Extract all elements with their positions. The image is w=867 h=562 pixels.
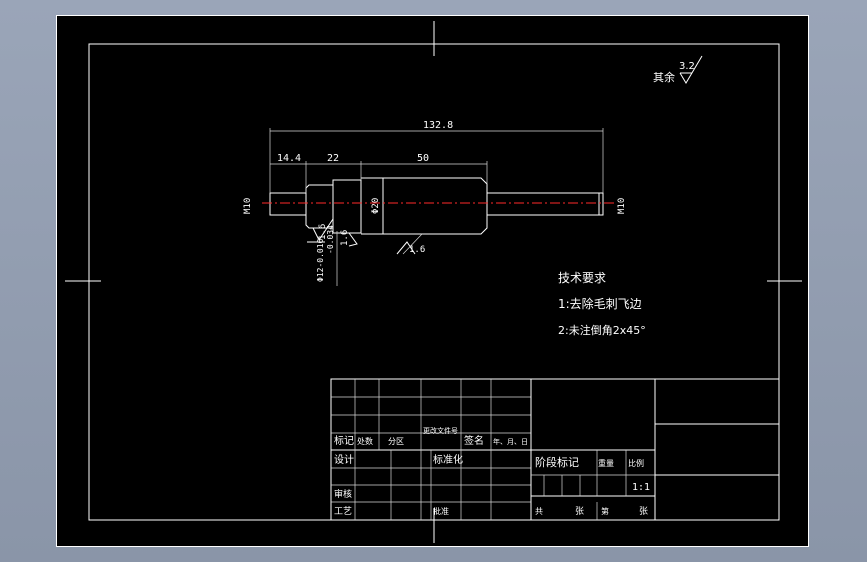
left-thread-segment (269, 192, 307, 216)
tb-label-weight: 重量 (598, 458, 614, 468)
dim-shoulder-diameter: Φ12-0.016 (316, 238, 325, 282)
step-segment (332, 179, 362, 234)
tech-req-item-2: 2:未注倒角2x45° (558, 323, 646, 337)
tb-label-mark: 标记 (334, 435, 354, 447)
roughness-a-value: 1.6 (318, 224, 328, 240)
tb-label-review: 审核 (334, 488, 352, 500)
tb-label-sheets-unit: 张 (575, 506, 584, 517)
dim-left-thread: M10 (243, 198, 253, 214)
roughness-c-value: 1.6 (409, 245, 425, 255)
right-thread-segment (486, 192, 604, 216)
roughness-note-label: 其余 (653, 70, 675, 84)
roughness-note-value: 3.2 (679, 61, 695, 72)
dim-middle-diameter: Φ20 (371, 198, 381, 214)
tb-label-standardize: 标准化 (433, 453, 463, 466)
tb-label-approve: 批准 (433, 506, 449, 516)
dim-left-segment: 14.4 (277, 153, 301, 164)
cad-drawing-canvas: 其余 3.2 132.8 14.4 22 50 M10 M10 Φ20 Φ12-… (65, 21, 802, 543)
tb-label-sheet-unit2: 张 (639, 506, 648, 517)
dim-right-thread: M10 (617, 198, 627, 214)
tb-label-sheet-no: 第 (601, 506, 609, 516)
tech-req-item-1: 1:去除毛刺飞边 (558, 296, 642, 311)
tb-label-date: 年、月、日 (493, 437, 528, 446)
dim-middle-segment: 50 (417, 153, 429, 164)
dim-second-segment: 22 (327, 153, 339, 164)
tb-label-zone: 分区 (388, 437, 404, 446)
dim-overall-length: 132.8 (423, 120, 453, 131)
drawing-frame: 其余 3.2 132.8 14.4 22 50 M10 M10 Φ20 Φ12-… (56, 15, 809, 547)
tb-label-change-doc: 更改文件号 (423, 426, 458, 435)
tb-label-sheets-total: 共 (535, 507, 543, 516)
shoulder-segment (305, 184, 334, 229)
tb-scale-value: 1:1 (632, 482, 650, 493)
tb-label-stage-mark: 阶段标记 (535, 455, 579, 469)
roughness-b-value: 1.6 (340, 230, 350, 246)
roughness-mark-b (348, 232, 358, 247)
tb-label-count: 处数 (357, 436, 373, 446)
title-block (330, 378, 780, 521)
tb-label-sign: 签名 (464, 434, 484, 447)
tb-label-process: 工艺 (334, 506, 352, 517)
tech-req-title: 技术要求 (558, 271, 606, 285)
inner-border (88, 43, 780, 521)
tb-label-scale: 比例 (628, 458, 644, 468)
tb-label-design: 设计 (334, 453, 354, 466)
